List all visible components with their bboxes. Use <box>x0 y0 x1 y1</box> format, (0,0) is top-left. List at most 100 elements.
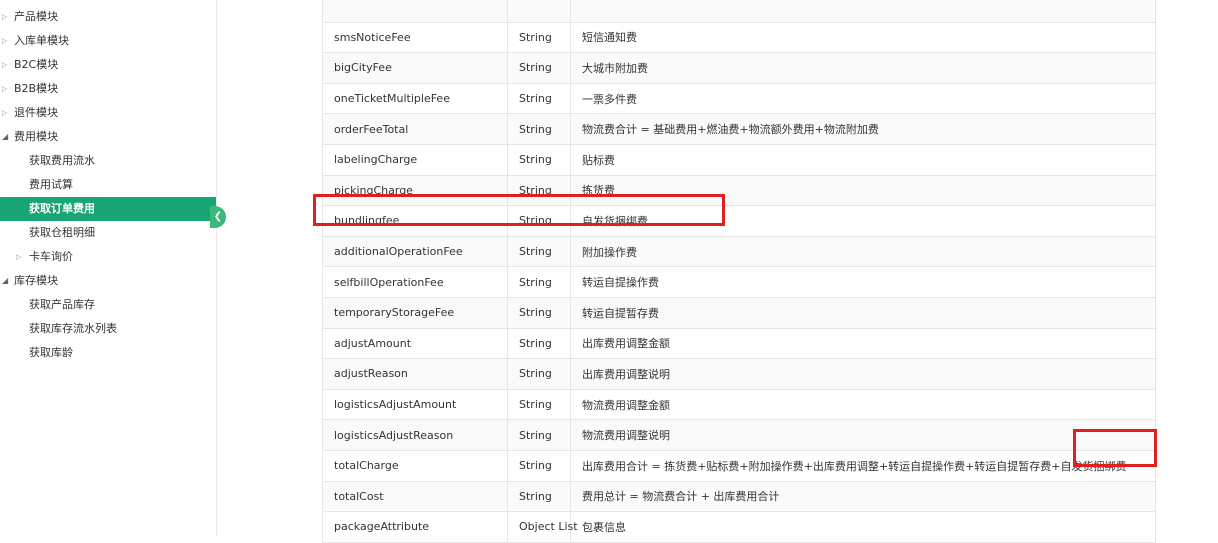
table-row: additionalOperationFee String 附加操作费 <box>322 235 1156 268</box>
param-name-cell: selfbillOperationFee <box>322 266 508 298</box>
table-row: selfbillOperationFee String 转运自提操作费 <box>322 266 1156 298</box>
table-row <box>322 0 1156 23</box>
param-desc-cell: 出库费用调整金额 <box>570 327 1156 360</box>
sidebar-item-label: 获取库龄 <box>29 346 73 359</box>
param-name-cell: logisticsAdjustReason <box>322 419 508 451</box>
param-name-cell: logisticsAdjustAmount <box>322 388 508 421</box>
sidebar-item-label: B2B模块 <box>14 82 59 95</box>
param-type-cell: String <box>507 174 571 207</box>
param-desc-cell: 物流费合计 = 基础费用+燃油费+物流额外费用+物流附加费 <box>570 113 1156 145</box>
param-desc-cell: 大城市附加费 <box>570 52 1156 84</box>
main-content: smsNoticeFee String 短信通知费 bigCityFee String 大… <box>217 0 1218 543</box>
table-row: totalCost String 费用总计 = 物流费合计 + 出库费用合计 <box>322 480 1156 513</box>
sidebar-item[interactable]: 获取费用流水 <box>0 149 216 173</box>
param-type-cell: String <box>507 82 571 115</box>
sidebar-item[interactable]: ▷ B2B模块 <box>0 77 216 101</box>
param-name-cell: pickingCharge <box>322 174 508 207</box>
param-desc-cell: 转运自提暂存费 <box>570 296 1156 329</box>
param-desc-cell: 费用总计 = 物流费合计 + 出库费用合计 <box>570 480 1156 513</box>
sidebar-item[interactable]: 获取订单费用 <box>0 197 216 221</box>
param-type-cell: String <box>507 449 571 482</box>
table-row: logisticsAdjustReason String 物流费用调整说明 <box>322 419 1156 451</box>
table-row: bundlingfee String 自发货捆绑费 <box>322 205 1156 237</box>
param-type-cell: String <box>507 327 571 360</box>
param-name-cell: smsNoticeFee <box>322 21 508 54</box>
param-desc-cell: 出库费用调整说明 <box>570 358 1156 390</box>
param-name-cell: bigCityFee <box>322 52 508 84</box>
param-desc-cell: 附加操作费 <box>570 235 1156 268</box>
table-row: totalCharge String 出库费用合计 = 拣货费+贴标费+附加操作费+… <box>322 449 1156 482</box>
param-type-cell: String <box>507 113 571 145</box>
sidebar-item[interactable]: 获取仓租明细 <box>0 221 216 245</box>
table-row: adjustReason String 出库费用调整说明 <box>322 358 1156 390</box>
table-row: orderFeeTotal String 物流费合计 = 基础费用+燃油费+物流额外… <box>322 113 1156 145</box>
sidebar-nav: ▷ 产品模块 ▷ 入库单模块 ▷ B2C模块 ▷ B2B模块 ▷ 退件模块 ◢ 费用模块 获取费用流水费… <box>0 0 217 537</box>
param-desc-cell: 物流费用调整说明 <box>570 419 1156 451</box>
table-row: oneTicketMultipleFee String 一票多件费 <box>322 82 1156 115</box>
param-name-cell: adjustReason <box>322 358 508 390</box>
param-desc-cell: 自发货捆绑费 <box>570 205 1156 237</box>
param-name-cell: additionalOperationFee <box>322 235 508 268</box>
param-type-cell: Object List <box>507 511 578 543</box>
param-desc-cell: 拣货费 <box>570 174 1156 207</box>
caret-right-icon[interactable]: ▷ <box>2 77 7 101</box>
sidebar-item[interactable]: ▷ 卡车询价 <box>0 245 216 269</box>
sidebar-item[interactable]: 获取产品库存 <box>0 293 216 317</box>
param-desc-cell: 转运自提操作费 <box>570 266 1156 298</box>
response-params-table: smsNoticeFee String 短信通知费 bigCityFee String 大… <box>322 0 1156 543</box>
table-row: temporaryStorageFee String 转运自提暂存费 <box>322 296 1156 329</box>
caret-down-icon[interactable]: ◢ <box>2 269 8 293</box>
sidebar-item[interactable]: ◢ 费用模块 <box>0 125 216 149</box>
sidebar-item[interactable]: ▷ 入库单模块 <box>0 29 216 53</box>
param-desc-cell: 贴标费 <box>570 143 1156 176</box>
caret-down-icon[interactable]: ◢ <box>2 125 8 149</box>
param-desc-cell: 物流费用调整金额 <box>570 388 1156 421</box>
sidebar-item[interactable]: ◢ 库存模块 <box>0 269 216 293</box>
sidebar-item-label: 获取仓租明细 <box>29 226 95 239</box>
caret-right-icon[interactable]: ▷ <box>2 5 7 29</box>
param-desc-cell: 短信通知费 <box>570 21 1156 54</box>
param-type-cell: String <box>507 143 571 176</box>
caret-right-icon[interactable]: ▷ <box>2 101 7 125</box>
param-name-cell: packageAttribute <box>322 511 508 543</box>
table-row: adjustAmount String 出库费用调整金额 <box>322 327 1156 360</box>
param-type-cell: String <box>507 388 571 421</box>
caret-right-icon[interactable]: ▷ <box>2 29 7 53</box>
sidebar-item[interactable]: 费用试算 <box>0 173 216 197</box>
param-type-cell: String <box>507 296 571 329</box>
sidebar-item-label: 获取产品库存 <box>29 298 95 311</box>
sidebar-item[interactable]: 获取库存流水列表 <box>0 317 216 341</box>
param-name-cell: adjustAmount <box>322 327 508 360</box>
sidebar-item[interactable]: ▷ 退件模块 <box>0 101 216 125</box>
param-type-cell: String <box>507 480 571 513</box>
caret-right-icon[interactable]: ▷ <box>2 53 7 77</box>
param-type-cell: String <box>507 205 571 237</box>
param-name-cell: totalCost <box>322 480 508 513</box>
table-row: pickingCharge String 拣货费 <box>322 174 1156 207</box>
param-type-cell: String <box>507 419 571 451</box>
param-name-cell: temporaryStorageFee <box>322 296 508 329</box>
sidebar-item[interactable]: ▷ B2C模块 <box>0 53 216 77</box>
param-desc-cell: 一票多件费 <box>570 82 1156 115</box>
sidebar-item-label: 获取订单费用 <box>29 202 95 215</box>
param-type-cell: String <box>507 358 571 390</box>
param-name-cell: totalCharge <box>322 449 508 482</box>
sidebar-item-label: 费用模块 <box>14 130 58 143</box>
sidebar-item-label: 退件模块 <box>14 106 58 119</box>
table-row: smsNoticeFee String 短信通知费 <box>322 21 1156 54</box>
param-name-cell <box>322 0 508 23</box>
sidebar-item[interactable]: ▷ 产品模块 <box>0 5 216 29</box>
table-row: bigCityFee String 大城市附加费 <box>322 52 1156 84</box>
sidebar-item-label: 产品模块 <box>14 10 58 23</box>
param-desc-cell <box>570 0 1156 23</box>
table-row: packageAttribute Object List 包裹信息 <box>322 511 1156 543</box>
sidebar-item[interactable]: 获取库龄 <box>0 341 216 365</box>
param-type-cell: String <box>507 266 571 298</box>
param-type-cell: String <box>507 21 571 54</box>
table-row: labelingCharge String 贴标费 <box>322 143 1156 176</box>
param-type-cell <box>507 0 571 23</box>
caret-right-icon[interactable]: ▷ <box>16 245 21 269</box>
param-desc-cell: 出库费用合计 = 拣货费+贴标费+附加操作费+出库费用调整+转运自提操作费+转运… <box>570 449 1156 482</box>
param-name-cell: labelingCharge <box>322 143 508 176</box>
sidebar-item-label: 获取库存流水列表 <box>29 322 117 335</box>
